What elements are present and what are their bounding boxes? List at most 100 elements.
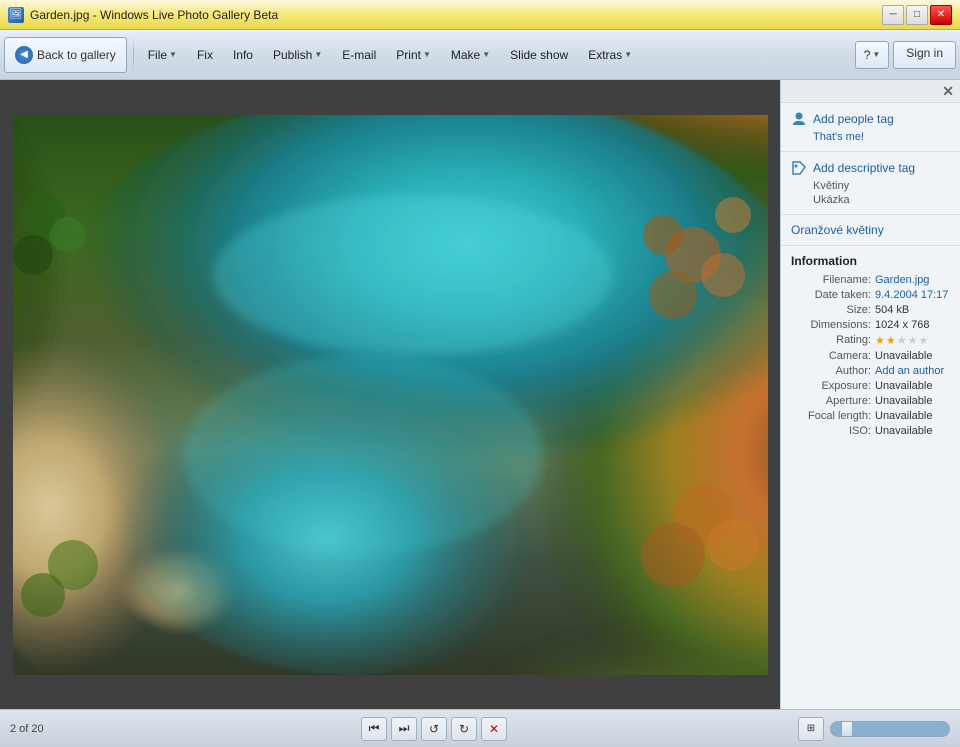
camera-label: Camera:: [791, 350, 871, 362]
rating-stars[interactable]: ★ ★ ★ ★ ★: [875, 334, 928, 347]
title-bar: 🖼 Garden.jpg - Windows Live Photo Galler…: [0, 0, 960, 30]
info-section: Information Filename: Garden.jpg Date ta…: [781, 246, 960, 709]
zoom-slider[interactable]: [830, 721, 950, 737]
back-to-gallery-label: Back to gallery: [37, 48, 116, 62]
date-taken-row: Date taken: 9.4.2004 17:17: [791, 289, 950, 301]
filename-value[interactable]: Garden.jpg: [875, 274, 929, 286]
extras-button[interactable]: Extras ▼: [580, 37, 640, 73]
rotate-left-button[interactable]: ↺: [421, 717, 447, 741]
rotate-right-button[interactable]: ↻: [451, 717, 477, 741]
close-button[interactable]: ✕: [930, 5, 952, 25]
exposure-value: Unavailable: [875, 380, 932, 392]
exposure-label: Exposure:: [791, 380, 871, 392]
rating-label: Rating:: [791, 334, 871, 347]
desc-tag-kvetiny: Květiny: [813, 180, 950, 192]
iso-value: Unavailable: [875, 425, 932, 437]
author-row: Author: Add an author: [791, 365, 950, 377]
fit-to-window-button[interactable]: ⊞: [798, 717, 824, 741]
author-value[interactable]: Add an author: [875, 365, 944, 377]
next-photo-button[interactable]: ⏭: [391, 717, 417, 741]
help-button[interactable]: ? ▼: [855, 41, 890, 69]
star-3[interactable]: ★: [897, 334, 907, 347]
star-4[interactable]: ★: [908, 334, 918, 347]
size-value: 504 kB: [875, 304, 909, 316]
zoom-thumb[interactable]: [841, 721, 853, 737]
publish-dropdown-arrow: ▼: [314, 50, 322, 59]
people-tag-icon: [791, 111, 807, 127]
focal-length-row: Focal length: Unavailable: [791, 410, 950, 422]
caption-link[interactable]: Oranžové květiny: [791, 223, 884, 237]
filename-row: Filename: Garden.jpg: [791, 274, 950, 286]
descriptive-tag-icon: [791, 160, 807, 176]
date-taken-value[interactable]: 9.4.2004 17:17: [875, 289, 948, 301]
help-icon: ?: [864, 48, 871, 62]
add-descriptive-tag-row: Add descriptive tag: [791, 160, 950, 176]
publish-button[interactable]: Publish ▼: [265, 37, 330, 73]
print-dropdown-arrow: ▼: [423, 50, 431, 59]
aperture-row: Aperture: Unavailable: [791, 395, 950, 407]
sign-in-button[interactable]: Sign in: [893, 41, 956, 69]
window-controls: ─ □ ✕: [882, 5, 952, 25]
iso-label: ISO:: [791, 425, 871, 437]
dimensions-value: 1024 x 768: [875, 319, 929, 331]
people-tag-section: Add people tag That's me!: [781, 103, 960, 152]
rating-row: Rating: ★ ★ ★ ★ ★: [791, 334, 950, 347]
add-people-tag-link[interactable]: Add people tag: [813, 112, 894, 126]
first-photo-button[interactable]: ⏮: [361, 717, 387, 741]
photo-container: [13, 115, 768, 675]
sidebar-close-row: ✕: [781, 80, 960, 103]
sidebar: ✕ Add people tag That's me!: [780, 80, 960, 709]
date-taken-label: Date taken:: [791, 289, 871, 301]
caption-section: Oranžové květiny: [781, 215, 960, 246]
file-menu-button[interactable]: File ▼: [140, 37, 185, 73]
window-title: Garden.jpg - Windows Live Photo Gallery …: [30, 8, 278, 22]
info-button[interactable]: Info: [225, 37, 261, 73]
nav-controls: ⏮ ⏭ ↺ ↻ ✕: [70, 717, 798, 741]
focal-length-value: Unavailable: [875, 410, 932, 422]
file-dropdown-arrow: ▼: [169, 50, 177, 59]
sidebar-close-button[interactable]: ✕: [942, 84, 954, 98]
aperture-label: Aperture:: [791, 395, 871, 407]
zoom-controls: ⊞: [798, 717, 950, 741]
star-1[interactable]: ★: [875, 334, 885, 347]
star-2[interactable]: ★: [886, 334, 896, 347]
delete-button[interactable]: ✕: [481, 717, 507, 741]
author-label: Author:: [791, 365, 871, 377]
restore-button[interactable]: □: [906, 5, 928, 25]
dimensions-row: Dimensions: 1024 x 768: [791, 319, 950, 331]
descriptive-tag-section: Add descriptive tag Květiny Ukázka: [781, 152, 960, 215]
print-button[interactable]: Print ▼: [388, 37, 439, 73]
minimize-button[interactable]: ─: [882, 5, 904, 25]
exposure-row: Exposure: Unavailable: [791, 380, 950, 392]
add-descriptive-tag-link[interactable]: Add descriptive tag: [813, 161, 915, 175]
add-people-tag-row: Add people tag: [791, 111, 950, 127]
main-content: ✕ Add people tag That's me!: [0, 80, 960, 709]
info-title: Information: [791, 254, 950, 268]
extras-dropdown-arrow: ▼: [624, 50, 632, 59]
back-arrow-icon: ◀: [15, 46, 33, 64]
photo-position: 2 of 20: [10, 723, 70, 735]
camera-row: Camera: Unavailable: [791, 350, 950, 362]
toolbar: ◀ Back to gallery File ▼ Fix Info Publis…: [0, 30, 960, 80]
descriptive-tags-list: Květiny Ukázka: [791, 180, 950, 206]
photo-area: [0, 80, 780, 709]
fix-button[interactable]: Fix: [189, 37, 221, 73]
back-to-gallery-button[interactable]: ◀ Back to gallery: [4, 37, 127, 73]
desc-tag-ukazka: Ukázka: [813, 194, 950, 206]
focal-length-label: Focal length:: [791, 410, 871, 422]
make-dropdown-arrow: ▼: [482, 50, 490, 59]
star-5[interactable]: ★: [919, 334, 929, 347]
thats-me-link[interactable]: That's me!: [813, 131, 950, 143]
dimensions-label: Dimensions:: [791, 319, 871, 331]
make-button[interactable]: Make ▼: [443, 37, 498, 73]
size-label: Size:: [791, 304, 871, 316]
slideshow-button[interactable]: Slide show: [502, 37, 576, 73]
app-icon: 🖼: [8, 7, 24, 23]
iso-row: ISO: Unavailable: [791, 425, 950, 437]
aperture-value: Unavailable: [875, 395, 932, 407]
toolbar-right: ? ▼ Sign in: [855, 41, 956, 69]
email-button[interactable]: E-mail: [334, 37, 384, 73]
photo-image: [13, 115, 768, 675]
bottom-bar: 2 of 20 ⏮ ⏭ ↺ ↻ ✕ ⊞: [0, 709, 960, 747]
toolbar-separator-1: [133, 37, 134, 73]
